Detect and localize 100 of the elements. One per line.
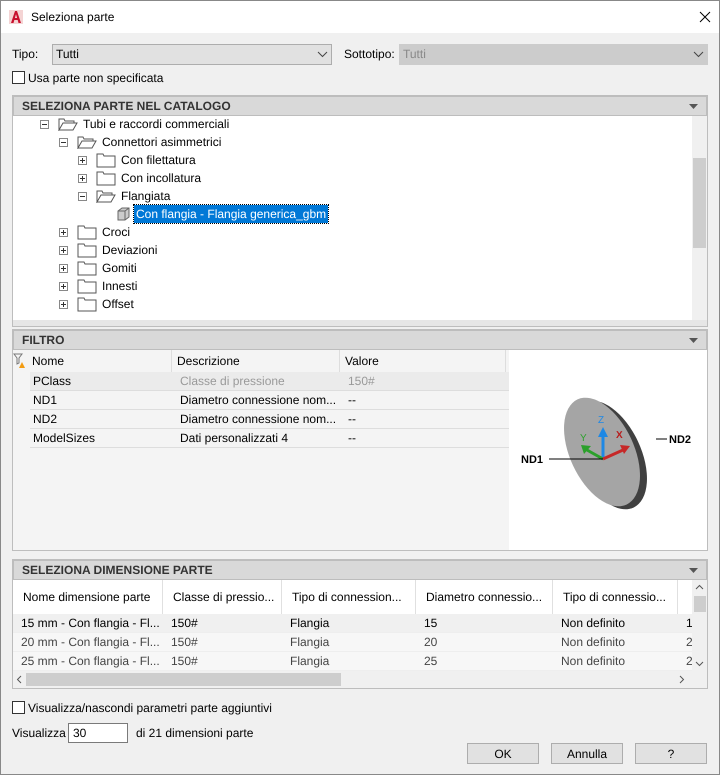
table-cell-text: 20 bbox=[423, 634, 438, 651]
table-cell-text: Flangia bbox=[289, 615, 330, 632]
table-cell-text: 20 mm - Con flangia - Fl... bbox=[20, 634, 161, 651]
field-label: Visualizza bbox=[12, 725, 67, 742]
table-cell-text: 150# bbox=[170, 653, 199, 670]
horizontal-scrollbar[interactable] bbox=[13, 671, 707, 688]
tree-item[interactable]: Offset bbox=[100, 295, 136, 313]
size-row[interactable]: 15 mm - Con flangia - Fl... 150# Flangia 15 Non definito 1 bbox=[13, 614, 692, 633]
section-title: FILTRO bbox=[22, 332, 64, 349]
expand-icon[interactable] bbox=[59, 264, 68, 272]
table-cell-text: ND2 bbox=[32, 411, 58, 428]
expand-icon[interactable] bbox=[59, 246, 68, 254]
axis-label: Z bbox=[598, 415, 604, 426]
dialog-button[interactable]: Annulla bbox=[551, 743, 623, 764]
folder-icon bbox=[96, 152, 116, 168]
table-cell-text: Diametro connessione nom... bbox=[179, 411, 338, 428]
collapse-icon bbox=[689, 338, 698, 342]
app-logo-icon bbox=[9, 10, 23, 24]
table-cell-text: Non definito bbox=[560, 653, 626, 670]
expand-icon[interactable] bbox=[59, 282, 68, 290]
tree-item[interactable]: Deviazioni bbox=[100, 241, 160, 259]
checkbox-label: Usa parte non specificata bbox=[28, 70, 164, 86]
axis-label: Y bbox=[580, 433, 587, 444]
close-icon[interactable] bbox=[699, 11, 711, 23]
folder-icon bbox=[77, 242, 97, 258]
folder-icon bbox=[77, 260, 97, 276]
type-dropdown[interactable]: Tutti bbox=[52, 44, 332, 64]
scroll-right-icon[interactable] bbox=[679, 675, 685, 684]
expand-icon[interactable] bbox=[78, 156, 87, 164]
chevron-down-icon bbox=[693, 50, 704, 58]
table-cell-text: ModelSizes bbox=[32, 430, 96, 447]
table-cell-text: -- bbox=[347, 392, 357, 409]
table-cell-text: 150# bbox=[170, 634, 199, 651]
table-cell-text: 25 bbox=[423, 653, 438, 670]
count-suffix: di 21 dimensioni parte bbox=[136, 725, 254, 742]
table-cell-text: Non definito bbox=[560, 634, 626, 651]
collapse-icon bbox=[689, 568, 698, 572]
tree-item[interactable]: Croci bbox=[100, 223, 132, 241]
tree-item[interactable]: Con incollatura bbox=[119, 169, 204, 187]
table-cell-text: -- bbox=[347, 411, 357, 428]
section-header[interactable]: SELEZIONA DIMENSIONE PARTE bbox=[13, 560, 707, 580]
collapse-icon[interactable] bbox=[78, 192, 87, 200]
table-cell-text: Flangia bbox=[289, 653, 330, 670]
checkbox-label: Visualizza/nascondi parametri parte aggiuntivi bbox=[28, 700, 272, 716]
folder-icon bbox=[77, 278, 97, 294]
table-cell-text: 150# bbox=[170, 615, 199, 632]
axis-label: X bbox=[616, 430, 623, 441]
table-cell-text: Non definito bbox=[560, 615, 626, 632]
table-cell-text: 15 bbox=[423, 615, 438, 632]
open-folder-icon bbox=[77, 135, 97, 149]
checkbox[interactable] bbox=[12, 71, 25, 84]
field-label: Sottotipo: bbox=[344, 46, 396, 63]
checkbox[interactable] bbox=[12, 701, 25, 714]
dimension-label: ND1 bbox=[521, 454, 544, 466]
tree-item[interactable]: Gomiti bbox=[100, 259, 139, 277]
size-row[interactable]: 25 mm - Con flangia - Fl... 150# Flangia 25 Non definito 2 bbox=[13, 652, 692, 671]
table-cell-text: Flangia bbox=[289, 634, 330, 651]
dialog-button[interactable]: OK bbox=[467, 743, 539, 764]
table-cell-text: PClass bbox=[32, 373, 72, 390]
expand-icon[interactable] bbox=[78, 174, 87, 182]
scrollbar-thumb[interactable] bbox=[694, 596, 706, 612]
collapse-icon bbox=[689, 104, 698, 108]
vertical-scrollbar[interactable] bbox=[692, 116, 707, 320]
scroll-down-icon[interactable] bbox=[695, 661, 704, 667]
field-label: Tipo: bbox=[12, 46, 40, 63]
tree-item[interactable]: Con flangia - Flangia generica_gbm bbox=[134, 205, 328, 223]
dimension-label: ND2 bbox=[669, 434, 692, 446]
window-title: Seleziona parte bbox=[31, 9, 116, 26]
table-cell-text: -- bbox=[347, 430, 357, 447]
axes-drawing bbox=[581, 427, 630, 460]
expand-icon[interactable] bbox=[59, 228, 68, 236]
section-header[interactable]: FILTRO bbox=[13, 330, 707, 350]
table-cell-text: 1 bbox=[685, 615, 692, 632]
leader-line bbox=[548, 458, 604, 460]
expand-icon[interactable] bbox=[59, 300, 68, 308]
tree-item[interactable]: Flangiata bbox=[119, 187, 172, 205]
leader-line bbox=[656, 438, 668, 440]
count-input[interactable]: 30 bbox=[68, 723, 128, 743]
tree-item[interactable]: Innesti bbox=[100, 277, 140, 295]
section-header[interactable]: SELEZIONA PARTE NEL CATALOGO bbox=[13, 96, 707, 116]
open-folder-icon bbox=[96, 189, 116, 203]
table-cell-text: ND1 bbox=[32, 392, 58, 409]
table-cell-text: Dati personalizzati 4 bbox=[179, 430, 290, 447]
collapse-icon[interactable] bbox=[59, 138, 68, 146]
tree-item[interactable]: Connettori asimmetrici bbox=[100, 133, 224, 151]
table-cell-text: 2 bbox=[685, 634, 692, 651]
tree-item[interactable]: Tubi e raccordi commerciali bbox=[81, 116, 232, 133]
dialog-button[interactable]: ? bbox=[635, 743, 707, 764]
folder-icon bbox=[77, 224, 97, 240]
scroll-left-icon[interactable] bbox=[16, 675, 22, 684]
section-title: SELEZIONA PARTE NEL CATALOGO bbox=[22, 98, 231, 115]
filter-warning-icon bbox=[13, 353, 27, 369]
size-row[interactable]: 20 mm - Con flangia - Fl... 150# Flangia 20 Non definito 2 bbox=[13, 633, 692, 652]
table-cell-text: Diametro connessione nom... bbox=[179, 392, 338, 409]
vertical-scrollbar[interactable] bbox=[692, 580, 707, 671]
scroll-up-icon[interactable] bbox=[695, 584, 704, 590]
tree-item[interactable]: Con filettatura bbox=[119, 151, 198, 169]
table-cell-text: Classe di pressione bbox=[179, 373, 286, 390]
collapse-icon[interactable] bbox=[40, 120, 49, 128]
table-cell-text: 150# bbox=[347, 373, 376, 390]
